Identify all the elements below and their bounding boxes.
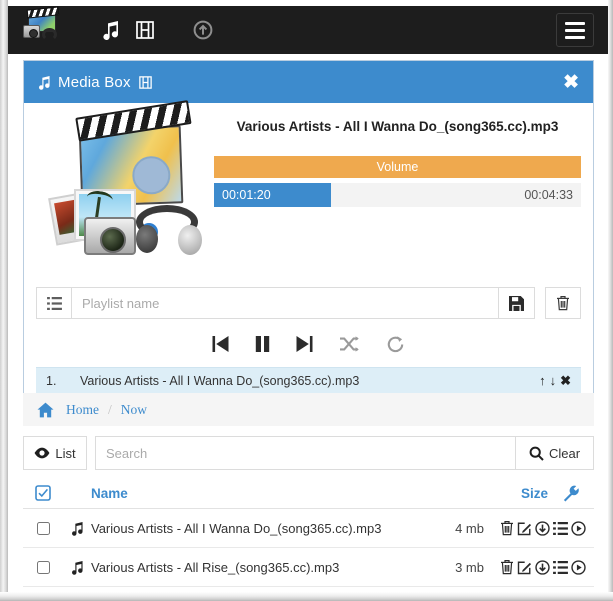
music-note-icon [38, 75, 51, 90]
now-playing-actions: ↑ ↓ ✖ [539, 373, 571, 389]
now-playing-name: Various Artists - All I Wanna Do_(song36… [80, 373, 360, 388]
row-actions [484, 520, 594, 536]
now-playing-list-item[interactable]: 1. Various Artists - All I Wanna Do_(son… [36, 367, 581, 393]
total-time: 00:04:33 [524, 188, 573, 202]
search-input[interactable] [95, 436, 516, 470]
search-toolbar: List Clear [23, 436, 594, 470]
next-button[interactable] [296, 335, 313, 353]
edit-icon[interactable] [517, 521, 532, 536]
music-note-icon[interactable] [94, 10, 128, 50]
list-icon[interactable] [553, 560, 568, 574]
close-icon[interactable]: ✖ [563, 73, 579, 92]
film-icon[interactable] [128, 10, 162, 50]
move-up-icon[interactable]: ↑ [539, 373, 546, 389]
home-icon[interactable] [37, 402, 54, 418]
row-file-size: 3 mb [455, 559, 484, 575]
trash-icon[interactable] [500, 559, 514, 575]
file-table-header: Name Size [23, 478, 594, 509]
playlist-list-icon[interactable] [36, 287, 72, 319]
breadcrumb-home-link[interactable]: Home [66, 402, 99, 418]
media-collage-logo-icon[interactable] [22, 10, 66, 50]
navbar-icon-group [94, 10, 220, 50]
row-file-size: 4 mb [455, 520, 484, 536]
app-window: Media Box ✖ Various Artists - All I Wann… [0, 0, 613, 601]
playlist-delete-trash-icon[interactable] [545, 287, 581, 319]
repeat-button[interactable] [386, 335, 405, 354]
edit-icon[interactable] [517, 560, 532, 575]
row-checkbox-cell [23, 560, 63, 574]
check-square-icon[interactable] [23, 485, 63, 501]
play-icon[interactable] [571, 559, 586, 575]
previous-button[interactable] [212, 335, 229, 353]
media-box-title-text: Media Box [58, 73, 131, 91]
play-icon[interactable] [571, 520, 586, 536]
table-row[interactable]: Various Artists - All I Wanna Do_(song36… [23, 509, 594, 548]
playlist-name-input[interactable] [72, 287, 499, 319]
clear-search-label: Clear [548, 445, 581, 461]
music-note-icon [63, 521, 91, 536]
list-view-label: List [55, 445, 76, 461]
seek-slider[interactable]: 00:01:20 00:04:33 [214, 183, 581, 207]
now-playing-track-title: Various Artists - All I Wanna Do_(song36… [236, 119, 559, 134]
table-row[interactable]: Various Artists - All Rise_(song365.cc).… [23, 548, 594, 587]
download-icon[interactable] [535, 559, 550, 575]
media-box-panel: Media Box ✖ Various Artists - All I Wann… [23, 60, 594, 406]
playlist-save-row [36, 287, 581, 319]
media-box-body: Various Artists - All I Wanna Do_(song36… [24, 103, 593, 273]
list-icon[interactable] [553, 521, 568, 535]
download-icon[interactable] [535, 520, 550, 536]
remove-icon[interactable]: ✖ [560, 373, 571, 389]
floppy-save-icon[interactable] [499, 287, 535, 319]
row-actions [484, 559, 594, 575]
trash-icon[interactable] [500, 520, 514, 536]
volume-label: Volume [376, 160, 419, 174]
player-controls [24, 323, 593, 365]
breadcrumb-current: Now [120, 401, 148, 417]
current-time: 00:01:20 [222, 188, 271, 202]
row-checkbox-cell [23, 521, 63, 535]
breadcrumb: Home / Now [23, 393, 594, 426]
hamburger-menu-icon[interactable] [556, 13, 594, 47]
move-down-icon[interactable]: ↓ [550, 373, 557, 389]
media-box-header: Media Box ✖ [24, 61, 593, 103]
search-icon [529, 446, 544, 461]
music-note-icon [63, 560, 91, 575]
upload-circle-icon[interactable] [186, 10, 220, 50]
row-file-name[interactable]: Various Artists - All I Wanna Do_(song36… [91, 521, 420, 536]
column-header-size[interactable]: Size [456, 486, 548, 501]
top-navbar [8, 6, 608, 54]
volume-slider[interactable]: Volume [214, 156, 581, 178]
row-checkbox[interactable] [36, 521, 50, 535]
wrench-icon[interactable] [548, 485, 594, 502]
pause-button[interactable] [255, 335, 270, 353]
clear-search-button[interactable]: Clear [516, 436, 594, 470]
column-header-name[interactable]: Name [63, 486, 456, 501]
media-box-info: Various Artists - All I Wanna Do_(song36… [214, 113, 581, 273]
file-table: Name Size Various Artists - All I Wanna … [23, 478, 594, 587]
row-checkbox[interactable] [36, 560, 50, 574]
list-view-button[interactable]: List [23, 436, 87, 470]
window-edge-right [608, 0, 613, 601]
breadcrumb-separator: / [108, 401, 112, 417]
media-box-title: Media Box [38, 74, 153, 91]
film-icon [138, 75, 153, 90]
media-collage-artwork-icon [36, 113, 214, 273]
window-edge-left [0, 0, 8, 601]
shuffle-button[interactable] [339, 335, 360, 353]
now-playing-index: 1. [46, 373, 57, 388]
row-file-name[interactable]: Various Artists - All Rise_(song365.cc).… [91, 560, 420, 575]
eye-icon [34, 447, 50, 459]
window-edge-bottom [0, 592, 613, 601]
